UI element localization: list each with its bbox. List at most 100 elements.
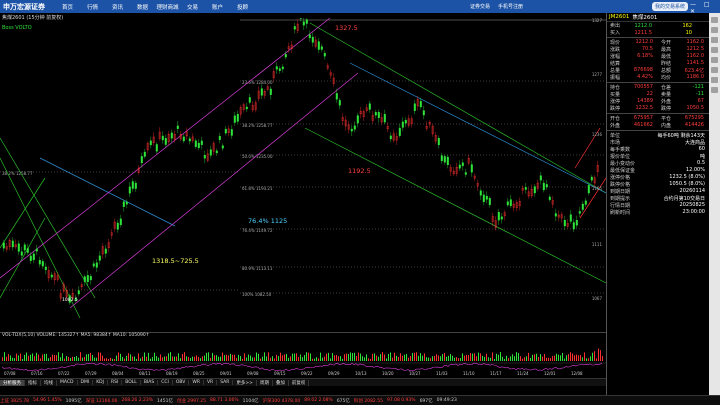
menu-trade[interactable]: 交易: [180, 3, 205, 11]
candle: [269, 88, 272, 95]
tool-icon-6[interactable]: [711, 67, 718, 73]
menu-data[interactable]: 数据: [130, 3, 155, 11]
tab-16[interactable]: 叠加: [273, 379, 289, 386]
tool-icon-1[interactable]: [711, 17, 718, 23]
candle: [578, 211, 581, 214]
volume-bar: [498, 354, 499, 361]
tab-2[interactable]: 均线: [41, 379, 57, 386]
candle: [77, 290, 80, 295]
volume-bar: [24, 354, 25, 361]
menu-account[interactable]: 账户: [205, 3, 230, 11]
tab-15[interactable]: 周期: [257, 379, 273, 386]
tab-4[interactable]: DMI: [78, 380, 94, 385]
candle: [377, 112, 380, 118]
tab-1[interactable]: 指标: [25, 379, 41, 386]
candle: [383, 114, 386, 123]
volume-bar: [324, 356, 325, 361]
candle: [587, 184, 590, 194]
volume-bar: [428, 357, 429, 361]
volume-bar: [552, 356, 553, 361]
volume-bar: [544, 353, 545, 361]
volume-bar: [46, 353, 47, 361]
volume-bar: [440, 356, 441, 361]
trade-system-button[interactable]: 我的交易系统: [652, 2, 689, 11]
menu-quotes[interactable]: 行情: [80, 3, 105, 11]
volume-bar: [222, 352, 223, 361]
tab-5[interactable]: KDJ: [93, 380, 108, 385]
menu-mall[interactable]: 理财商城: [155, 3, 180, 11]
volume-bar: [170, 352, 171, 361]
volume-bar: [510, 356, 511, 361]
candle: [89, 276, 92, 281]
volume-bar: [110, 357, 111, 361]
candle: [92, 263, 95, 267]
candle: [95, 262, 98, 268]
volume-bar: [282, 355, 283, 361]
volume-panel[interactable]: VOL-TDX(5,10) VOLUME: 145327↑ MA5: 98384…: [0, 332, 606, 372]
volume-bar: [484, 356, 485, 361]
volume-bar: [54, 354, 55, 361]
candle: [461, 162, 464, 167]
tool-icon-8[interactable]: [711, 87, 718, 93]
tab-0[interactable]: 分析服务: [0, 379, 25, 386]
quote-cell: 内盘 414426: [661, 122, 704, 129]
volume-bar: [92, 355, 93, 361]
volume-bar: [20, 353, 21, 361]
link-securities-trade[interactable]: 证券交易: [470, 3, 490, 10]
quote-cell: 均价 1186.0: [661, 74, 704, 81]
volume-bar: [430, 358, 431, 361]
tab-6[interactable]: RSI: [108, 380, 123, 385]
menu-home[interactable]: 首页: [55, 3, 80, 11]
tool-icon-3[interactable]: [711, 37, 718, 43]
volume-bar: [198, 356, 199, 361]
info-row: 涨停价格 1232.5 (8.0%): [610, 174, 705, 181]
tab-17[interactable]: 前复权: [289, 379, 310, 386]
candle: [224, 128, 227, 134]
candle: [230, 129, 233, 136]
fib-label-236: 23.6% 1284.00: [242, 80, 273, 85]
candle: [305, 19, 308, 24]
tab-10[interactable]: OBV: [173, 380, 190, 385]
volume-bar: [338, 356, 339, 361]
volume-bar: [352, 353, 353, 361]
menu-advisor[interactable]: 投顾: [230, 3, 255, 11]
tool-icon-2[interactable]: [711, 27, 718, 33]
candle: [581, 203, 584, 210]
bid-row[interactable]: 买入 1211.5 10: [607, 29, 709, 37]
date-tick: 09/29: [328, 371, 340, 376]
volume-bar: [182, 354, 183, 361]
tool-icon-4[interactable]: [711, 47, 718, 53]
price-tick: 1327: [592, 18, 603, 23]
candle: [488, 198, 491, 205]
candle: [245, 106, 248, 110]
tab-3[interactable]: MACD: [57, 380, 78, 385]
market-status-bar: 上证 3825.78 54.96 1.45% 1095亿 深证 12166.06 268…: [0, 395, 720, 405]
tab-7[interactable]: BOLL: [122, 380, 141, 385]
candle: [128, 186, 131, 194]
ask-row[interactable]: 卖出 1212.0 162: [607, 22, 709, 30]
volume-bar: [342, 358, 343, 361]
candle: [176, 125, 179, 129]
date-axis: 07/08 07/16 07/22 07/29 08/04 08/11 08/19 08/25…: [0, 371, 606, 377]
tool-icon-7[interactable]: [711, 77, 718, 83]
date-tick: 08/19: [166, 371, 178, 376]
bid-volume: 10: [685, 29, 692, 36]
tab-12[interactable]: VR: [204, 380, 218, 385]
volume-bar: [478, 352, 479, 361]
tab-14[interactable]: 更多>>: [233, 379, 257, 386]
menu-news[interactable]: 资讯: [105, 3, 130, 11]
volume-bar: [522, 358, 523, 361]
kline-chart[interactable]: Boss VOLTO 23.6% 1284.00 38.2% 1258.77 5…: [0, 18, 606, 332]
info-row: 报价单位吨: [610, 154, 705, 160]
volume-bar: [2, 357, 3, 361]
tab-11[interactable]: WR: [189, 380, 204, 385]
volume-bar: [332, 353, 333, 361]
tab-13[interactable]: SAR: [217, 380, 234, 385]
tab-9[interactable]: CCI: [158, 380, 173, 385]
price-tick: 1165: [592, 186, 603, 191]
tool-icon-5[interactable]: [711, 57, 718, 63]
fib-label-618: 61.8% 1193.21: [242, 186, 273, 191]
volume-bar: [242, 358, 243, 361]
link-register[interactable]: 手机号注册: [498, 3, 523, 10]
tab-8[interactable]: BIAS: [141, 380, 159, 385]
